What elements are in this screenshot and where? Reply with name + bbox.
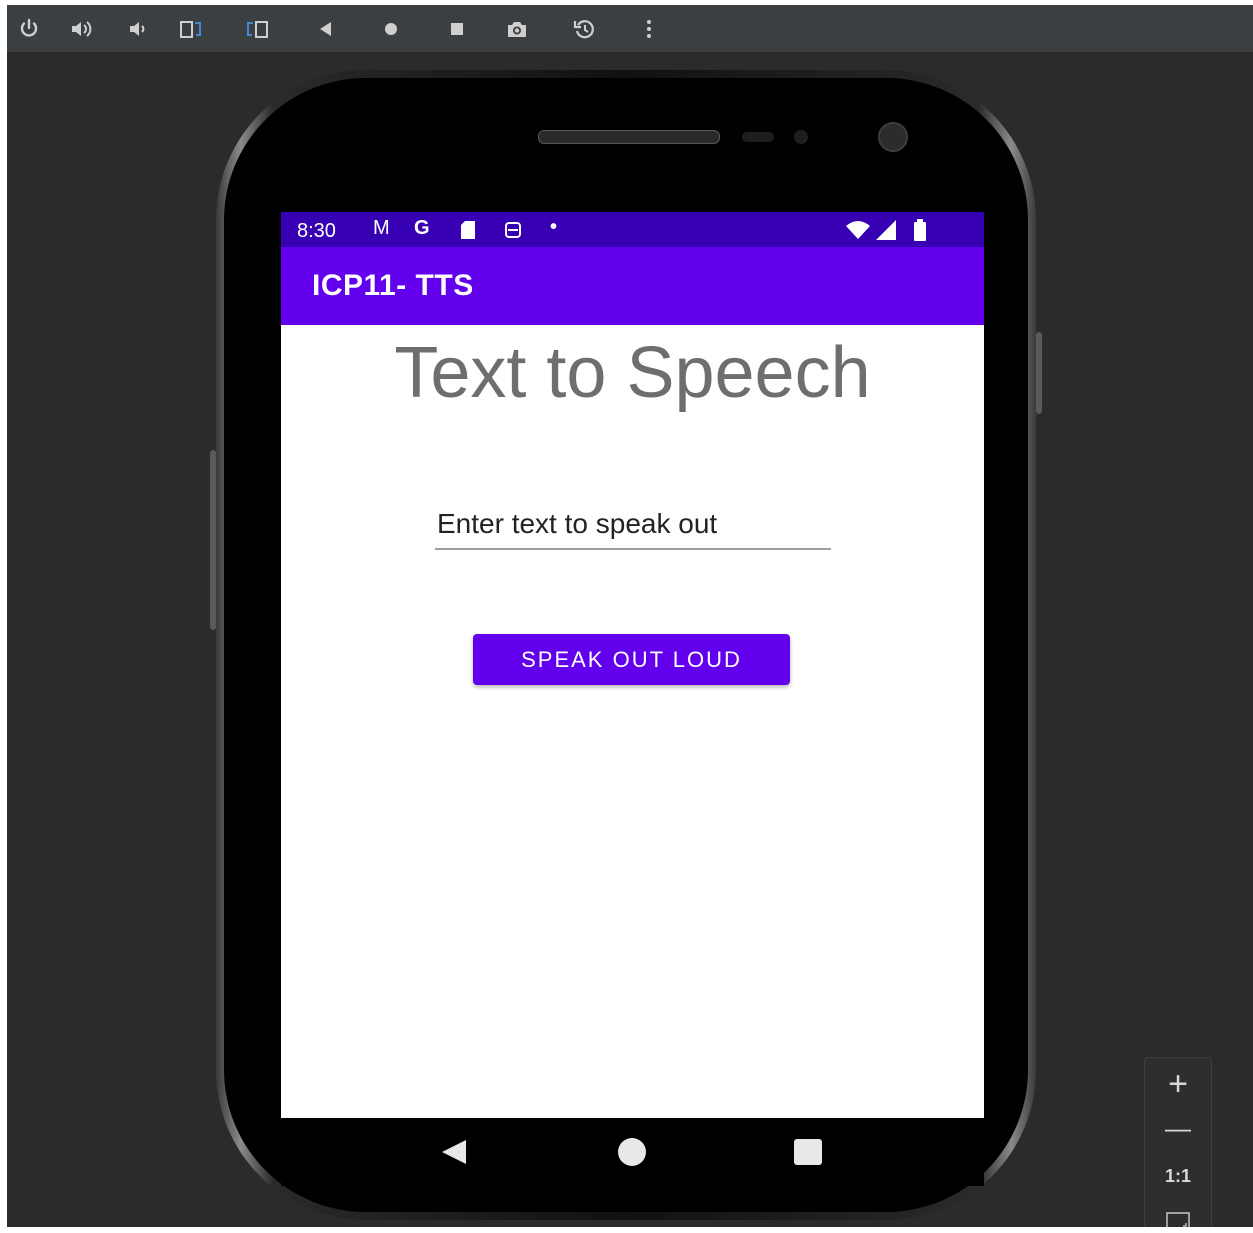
- power-button[interactable]: [1036, 332, 1042, 414]
- sd-card-icon: [459, 220, 477, 246]
- power-icon[interactable]: [16, 16, 42, 42]
- app-bar: ICP11- TTS: [281, 247, 984, 325]
- volume-rocker[interactable]: [210, 450, 216, 630]
- page-title: Text to Speech: [394, 333, 871, 413]
- emulator-stage: 8:30 M G • ICP11- TTS Text to Speech Ent…: [7, 52, 1253, 1227]
- back-icon[interactable]: [313, 16, 339, 42]
- nav-overview-icon[interactable]: [793, 1138, 823, 1173]
- rotate-right-icon[interactable]: [245, 16, 271, 42]
- actual-size-button[interactable]: 1:1: [1145, 1154, 1211, 1198]
- overview-icon[interactable]: [444, 16, 470, 42]
- cellular-signal-icon: [876, 220, 896, 246]
- front-camera: [878, 122, 908, 152]
- navigation-bar: [281, 1118, 984, 1186]
- google-icon: G: [414, 217, 430, 239]
- zoom-in-button[interactable]: +: [1145, 1062, 1211, 1106]
- emulator-window: 8:30 M G • ICP11- TTS Text to Speech Ent…: [7, 5, 1253, 1227]
- volume-down-icon[interactable]: [125, 16, 151, 42]
- device-frame: 8:30 M G • ICP11- TTS Text to Speech Ent…: [210, 70, 1042, 1220]
- nav-back-icon[interactable]: [439, 1137, 469, 1172]
- status-time: 8:30: [297, 220, 336, 242]
- device-screen: 8:30 M G • ICP11- TTS Text to Speech Ent…: [281, 212, 984, 1118]
- emulator-toolbar: [7, 5, 1253, 52]
- home-icon[interactable]: [378, 16, 404, 42]
- proximity-sensor: [742, 132, 774, 142]
- status-bar: 8:30 M G •: [281, 212, 984, 247]
- light-sensor: [794, 130, 808, 144]
- nav-home-icon[interactable]: [617, 1137, 647, 1172]
- speech-text-input[interactable]: [435, 504, 831, 550]
- sync-icon: [503, 220, 523, 246]
- speak-out-loud-button[interactable]: SPEAK OUT LOUD: [473, 634, 790, 685]
- zoom-out-button[interactable]: —: [1145, 1106, 1211, 1150]
- earpiece-speaker: [538, 130, 720, 144]
- fit-screen-icon[interactable]: [1145, 1200, 1211, 1227]
- zoom-controls: + — 1:1: [1144, 1057, 1212, 1227]
- gmail-icon: M: [373, 217, 390, 239]
- more-icon[interactable]: [636, 16, 662, 42]
- camera-icon[interactable]: [504, 16, 530, 42]
- rotate-left-icon[interactable]: [178, 16, 204, 42]
- snapshot-icon[interactable]: [572, 16, 598, 42]
- device-bezel: 8:30 M G • ICP11- TTS Text to Speech Ent…: [224, 78, 1028, 1212]
- wifi-icon: [846, 220, 870, 246]
- app-title: ICP11- TTS: [312, 269, 474, 302]
- battery-icon: [914, 219, 926, 247]
- notification-dot-icon: •: [550, 216, 558, 238]
- volume-up-icon[interactable]: [68, 16, 94, 42]
